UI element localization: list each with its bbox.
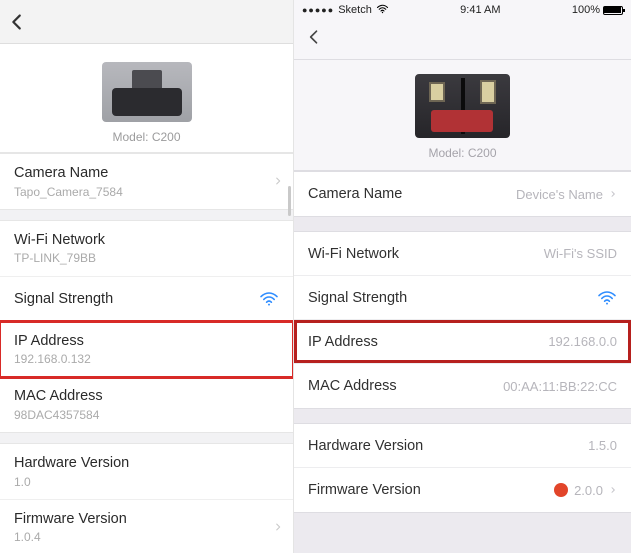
battery-icon xyxy=(603,6,623,15)
ip-label: IP Address xyxy=(308,334,378,350)
model-label: Model: C200 xyxy=(428,146,496,160)
wifi-label: Wi-Fi Network xyxy=(308,246,399,262)
mac-value: 98DAC4357584 xyxy=(14,407,279,423)
wifi-icon xyxy=(259,291,279,307)
fw-label: Firmware Version xyxy=(14,510,279,530)
row-firmware-version[interactable]: Firmware Version 2.0.0 xyxy=(294,468,631,512)
fw-label: Firmware Version xyxy=(308,482,421,498)
row-camera-name[interactable]: Camera Name Device's Name xyxy=(294,172,631,216)
hw-value: 1.0 xyxy=(14,474,279,490)
wifi-icon xyxy=(597,290,617,306)
ip-label: IP Address xyxy=(14,332,233,352)
camera-name-value: Device's Name xyxy=(516,187,603,202)
hw-label: Hardware Version xyxy=(308,438,423,454)
phone-screen-right: ●●●●● Sketch 9:41 AM 100% Model: C200 Ca… xyxy=(294,0,631,553)
mac-value: 00:AA:11:BB:22:CC xyxy=(503,379,617,394)
back-button[interactable] xyxy=(304,27,324,52)
nav-header xyxy=(294,20,631,60)
row-mac-address: MAC Address 00:AA:11:BB:22:CC xyxy=(294,364,631,408)
row-hardware-version: Hardware Version 1.5.0 xyxy=(294,424,631,468)
phone-screen-left: Model: C200 Camera Name Tapo_Camera_7584… xyxy=(0,0,294,553)
device-thumbnail-area: Model: C200 xyxy=(0,44,293,153)
scrollbar-thumb[interactable] xyxy=(288,186,291,216)
ip-value: 192.168.0.0 xyxy=(548,334,617,349)
hw-value: 1.5.0 xyxy=(588,438,617,453)
wifi-value: TP-LINK_79BB xyxy=(14,250,279,266)
fw-value: 1.0.4 xyxy=(14,529,279,545)
mac-label: MAC Address xyxy=(14,387,279,407)
wifi-label: Wi-Fi Network xyxy=(14,231,279,251)
hw-label: Hardware Version xyxy=(14,454,279,474)
signal-dots-icon: ●●●●● xyxy=(302,5,334,15)
chevron-right-icon xyxy=(273,520,283,534)
wifi-value: Wi-Fi's SSID xyxy=(544,246,617,261)
row-firmware-version[interactable]: Firmware Version 1.0.4 xyxy=(0,500,293,553)
chevron-right-icon xyxy=(609,484,617,496)
camera-name-label: Camera Name xyxy=(14,164,279,184)
row-signal-strength: Signal Strength xyxy=(294,276,631,320)
battery-percent: 100% xyxy=(572,4,600,16)
chevron-right-icon xyxy=(273,174,283,188)
camera-name-value: Tapo_Camera_7584 xyxy=(14,184,279,200)
mac-label: MAC Address xyxy=(308,378,397,394)
row-ip-address: IP Address 192.168.0.132 xyxy=(0,322,293,378)
wifi-status-icon xyxy=(376,4,389,17)
row-ip-address: IP Address 192.168.0.0 xyxy=(294,320,631,364)
update-badge-icon xyxy=(554,483,568,497)
back-button[interactable] xyxy=(6,11,28,33)
fw-value: 2.0.0 xyxy=(574,483,603,498)
status-bar: ●●●●● Sketch 9:41 AM 100% xyxy=(294,0,631,20)
row-camera-name[interactable]: Camera Name Tapo_Camera_7584 xyxy=(0,154,293,209)
row-wifi-network: Wi-Fi Network Wi-Fi's SSID xyxy=(294,232,631,276)
row-wifi-network: Wi-Fi Network TP-LINK_79BB xyxy=(0,221,293,277)
carrier-label: Sketch xyxy=(338,4,372,16)
device-thumbnail-area: Model: C200 xyxy=(294,60,631,171)
row-hardware-version: Hardware Version 1.0 xyxy=(0,444,293,500)
camera-name-label: Camera Name xyxy=(308,186,402,202)
clock: 9:41 AM xyxy=(460,4,500,16)
nav-header xyxy=(0,0,293,44)
device-thumbnail xyxy=(102,62,192,122)
row-signal-strength: Signal Strength xyxy=(0,277,293,322)
ip-value: 192.168.0.132 xyxy=(14,351,233,367)
model-label: Model: C200 xyxy=(112,130,180,144)
signal-label: Signal Strength xyxy=(14,291,113,307)
device-thumbnail xyxy=(415,74,510,138)
signal-label: Signal Strength xyxy=(308,290,407,306)
chevron-right-icon xyxy=(609,188,617,200)
row-mac-address: MAC Address 98DAC4357584 xyxy=(0,377,293,432)
